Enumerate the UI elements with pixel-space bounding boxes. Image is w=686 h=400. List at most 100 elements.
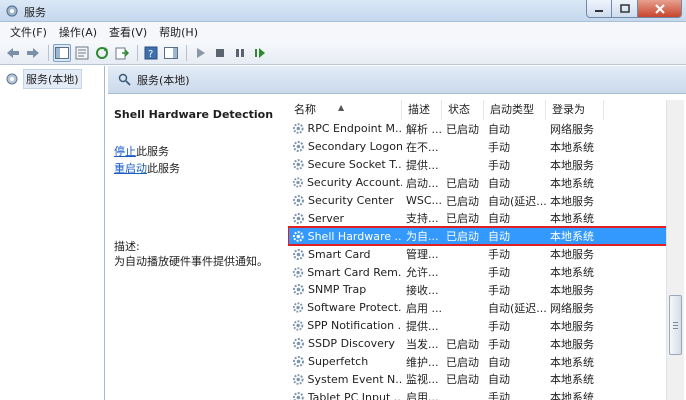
cell-name: SPP Notification ... bbox=[288, 319, 402, 332]
table-row[interactable]: Secure Socket T... 提供... 手动 本地服务 bbox=[288, 156, 674, 174]
description-label: 描述: bbox=[114, 240, 140, 253]
cell-logon-as: 本地系统 bbox=[550, 373, 594, 387]
restart-suffix: 此服务 bbox=[147, 162, 180, 175]
table-row[interactable]: Smart Card 管理... 手动 本地服务 bbox=[288, 245, 674, 263]
column-label: 启动类型 bbox=[490, 103, 534, 116]
menu-help[interactable]: 帮助(H) bbox=[153, 24, 204, 40]
forward-arrow-icon bbox=[27, 47, 39, 58]
table-header: ▲ 名称 描述 状态 启动类型 登录为 bbox=[288, 100, 674, 120]
cell-startup-type: 自动 bbox=[488, 355, 510, 369]
service-gear-icon bbox=[292, 141, 304, 153]
cell-status: 已启动 bbox=[446, 355, 479, 369]
service-name: Security Account... bbox=[306, 176, 402, 190]
help-button[interactable]: ? bbox=[142, 44, 160, 62]
close-button[interactable] bbox=[638, 0, 682, 18]
service-detail: Shell Hardware Detection 停止此服务 重启动此服务 描述… bbox=[108, 96, 288, 400]
column-label: 登录为 bbox=[552, 103, 585, 116]
table-row-selected[interactable]: Shell Hardware ... 为自... 已启动 自动 本地系统 bbox=[288, 226, 674, 247]
table-row[interactable]: Software Protect... 启用 ... 自动(延迟... 网络服务 bbox=[288, 299, 674, 317]
table-row[interactable]: Secondary Logon 在不... 手动 本地系统 bbox=[288, 138, 674, 156]
table-row[interactable]: RPC Endpoint M... 解析 ... 已启动 自动 网络服务 bbox=[288, 120, 674, 138]
vertical-scrollbar[interactable] bbox=[666, 100, 684, 400]
cell-name: Smart Card bbox=[288, 248, 402, 261]
back-button[interactable] bbox=[4, 44, 22, 62]
cell-logon-as: 本地服务 bbox=[550, 319, 594, 333]
cell-status: 已启动 bbox=[446, 176, 479, 190]
service-gear-icon bbox=[292, 374, 304, 385]
refresh-button[interactable] bbox=[93, 44, 111, 62]
table-row[interactable]: SPP Notification ... 提供... 手动 本地服务 bbox=[288, 317, 674, 335]
properties-button[interactable] bbox=[73, 44, 91, 62]
service-name: Secure Socket T... bbox=[307, 158, 402, 172]
column-header-status[interactable]: 状态 bbox=[442, 100, 484, 120]
cell-status: 已启动 bbox=[446, 373, 479, 387]
table-row[interactable]: Smart Card Rem... 允许... 手动 本地系统 bbox=[288, 263, 674, 281]
cell-description: 允许... bbox=[406, 266, 439, 280]
pause-icon bbox=[236, 48, 244, 57]
stop-service-button[interactable] bbox=[211, 44, 229, 62]
table-row[interactable]: SNMP Trap 接收... 手动 本地服务 bbox=[288, 281, 674, 299]
tree-item-services-local[interactable]: 服务(本地) bbox=[5, 69, 82, 89]
stop-suffix: 此服务 bbox=[136, 145, 169, 158]
restart-link[interactable]: 重启动 bbox=[114, 162, 147, 175]
cell-startup-type: 手动 bbox=[488, 140, 510, 154]
cell-description: 启用... bbox=[406, 391, 439, 400]
column-label: 名称 bbox=[294, 103, 316, 116]
table-row[interactable]: Server 支持... 已启动 自动 本地系统 bbox=[288, 209, 674, 227]
show-hide-console-tree-button[interactable] bbox=[53, 43, 71, 62]
cell-status: 已启动 bbox=[446, 337, 479, 351]
column-label: 状态 bbox=[448, 103, 470, 116]
cell-description: 解析 ... bbox=[406, 122, 442, 136]
pause-service-button[interactable] bbox=[231, 44, 249, 62]
service-name: System Event N... bbox=[307, 372, 403, 386]
cell-logon-as: 本地服务 bbox=[550, 337, 594, 351]
help-icon: ? bbox=[144, 46, 158, 60]
column-header-description[interactable]: 描述 bbox=[402, 100, 442, 120]
minimize-button[interactable] bbox=[586, 0, 612, 18]
column-header-startup-type[interactable]: 启动类型 bbox=[484, 100, 546, 120]
cell-logon-as: 本地服务 bbox=[550, 248, 594, 262]
table-row[interactable]: System Event N... 监视... 已启动 自动 本地系统 bbox=[288, 370, 674, 388]
cell-description: 提供... bbox=[406, 158, 439, 172]
cell-logon-as: 本地服务 bbox=[550, 194, 594, 208]
cell-logon-as: 本地系统 bbox=[550, 391, 594, 400]
title-bar: 服务 bbox=[0, 0, 686, 22]
cell-description: 为自... bbox=[406, 230, 439, 244]
export-list-button[interactable] bbox=[113, 44, 131, 62]
search-icon bbox=[118, 73, 131, 86]
action-pane-button[interactable] bbox=[162, 44, 180, 62]
table-row[interactable]: Security Account... 启动... 已启动 自动 本地系统 bbox=[288, 174, 674, 192]
cell-description: WSC... bbox=[406, 194, 442, 207]
menu-view[interactable]: 查看(V) bbox=[103, 24, 153, 40]
cell-name: Smart Card Rem... bbox=[288, 266, 402, 279]
export-icon bbox=[115, 47, 129, 59]
services-icon bbox=[6, 73, 18, 85]
scrollbar-thumb[interactable] bbox=[669, 295, 682, 355]
start-service-button[interactable] bbox=[191, 44, 209, 62]
table-row[interactable]: Superfetch 维护... 已启动 自动 本地系统 bbox=[288, 353, 674, 371]
table-row[interactable]: Tablet PC Input ... 启用... 手动 本地系统 bbox=[288, 388, 674, 400]
cell-name: Secure Socket T... bbox=[288, 158, 402, 171]
menu-file[interactable]: 文件(F) bbox=[4, 24, 53, 40]
table-row[interactable]: SSDP Discovery 当发... 已启动 手动 本地服务 bbox=[288, 335, 674, 353]
cell-name: System Event N... bbox=[288, 373, 402, 386]
cell-name: SNMP Trap bbox=[288, 283, 402, 296]
panel-title: 服务(本地) bbox=[137, 73, 190, 87]
service-name: Superfetch bbox=[308, 355, 369, 369]
restart-service-button[interactable] bbox=[251, 44, 269, 62]
column-header-logon-as[interactable]: 登录为 bbox=[546, 100, 604, 120]
cell-description: 支持... bbox=[406, 212, 439, 226]
service-name: Server bbox=[308, 211, 345, 225]
maximize-button[interactable] bbox=[612, 0, 638, 18]
stop-link[interactable]: 停止 bbox=[114, 145, 136, 158]
cell-description: 当发... bbox=[406, 337, 439, 351]
cell-startup-type: 自动(延迟... bbox=[488, 194, 546, 208]
cell-description: 维护... bbox=[406, 355, 439, 369]
table-row[interactable]: Security Center WSC... 已启动 自动(延迟... 本地服务 bbox=[288, 192, 674, 210]
column-header-name[interactable]: ▲ 名称 bbox=[288, 100, 402, 120]
service-gear-icon bbox=[292, 230, 304, 242]
svg-text:?: ? bbox=[148, 49, 153, 60]
forward-button[interactable] bbox=[24, 44, 42, 62]
thumb-grip bbox=[673, 325, 678, 326]
menu-action[interactable]: 操作(A) bbox=[53, 24, 103, 40]
